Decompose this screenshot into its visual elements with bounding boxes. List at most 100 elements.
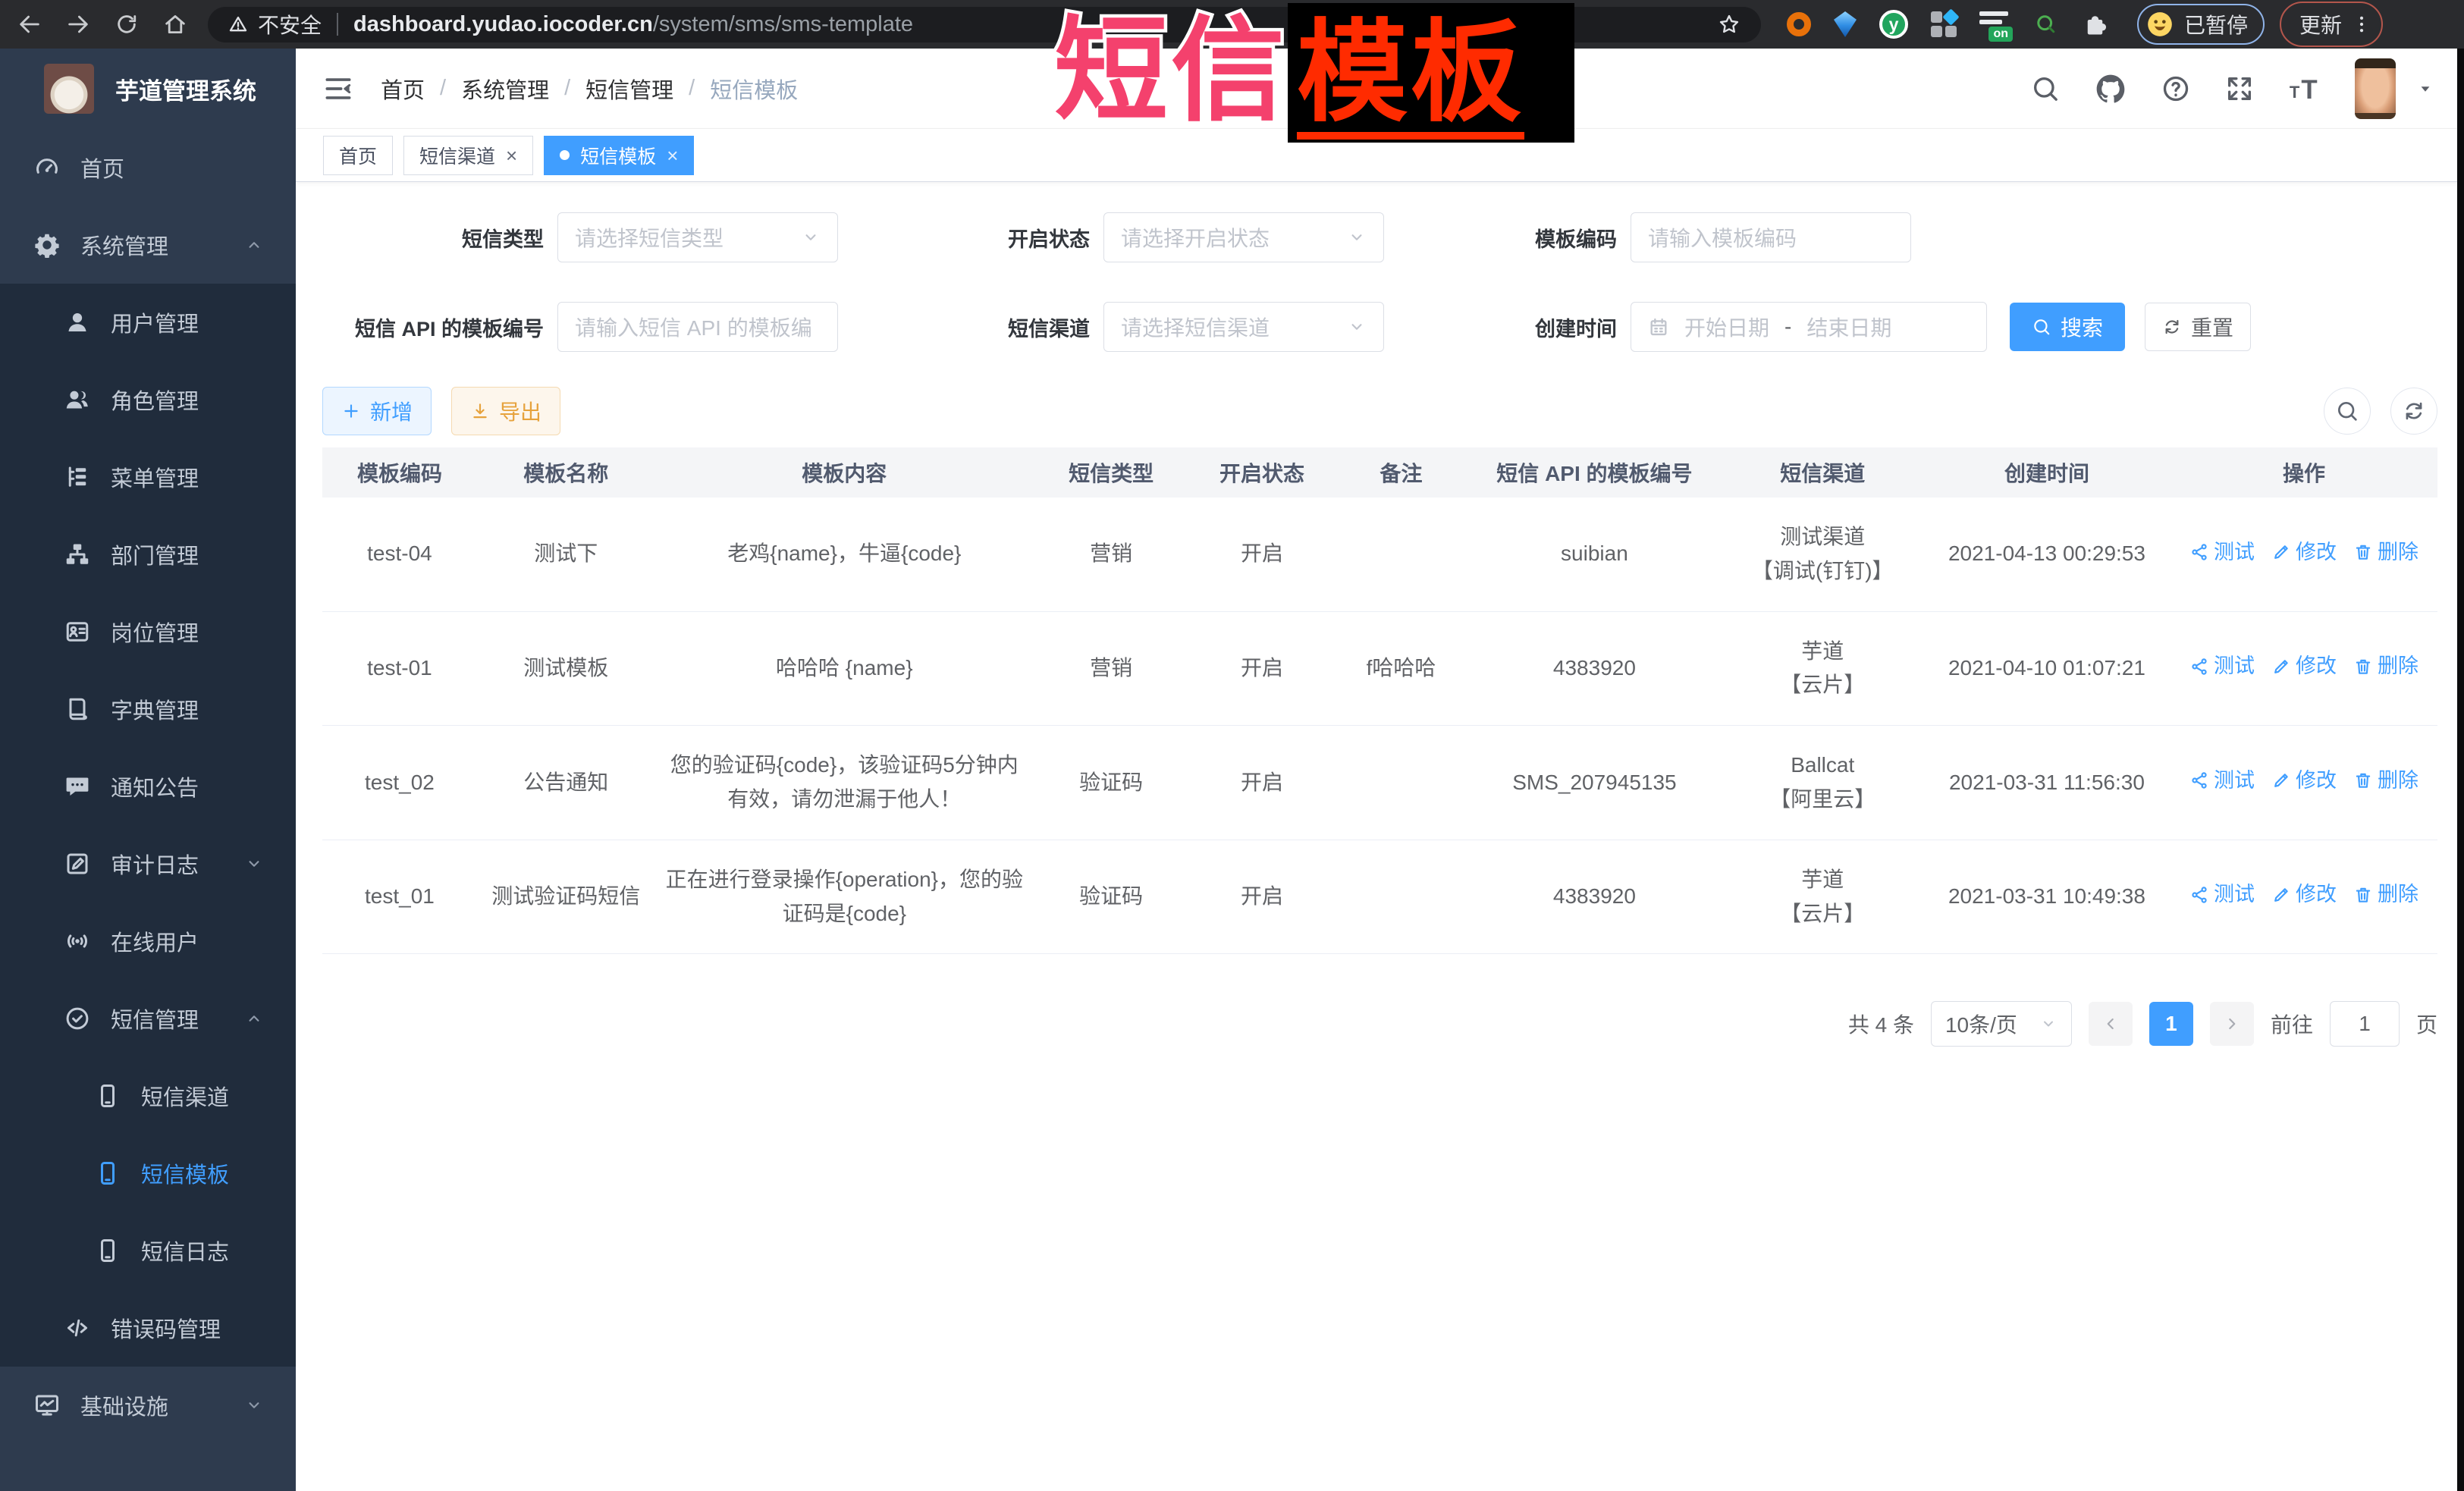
extension-gem-icon[interactable]: [1834, 11, 1857, 37]
date-start-placeholder: 开始日期: [1684, 312, 1769, 342]
sidebar-submenu: 用户管理角色管理菜单管理部门管理岗位管理字典管理通知公告审计日志在线用户短信管理…: [0, 284, 296, 1367]
search-icon[interactable]: [2030, 74, 2061, 104]
test-link[interactable]: 测试: [2189, 878, 2255, 911]
table-cell: 老鸡{name}，牛逼{code}: [654, 498, 1034, 611]
fullscreen-icon[interactable]: [2224, 74, 2255, 104]
edit-link[interactable]: 修改: [2271, 536, 2337, 569]
breadcrumb-item[interactable]: 系统管理: [461, 73, 549, 105]
extension-grid-icon[interactable]: [1931, 11, 1957, 37]
select-sms-type[interactable]: 请选择短信类型: [557, 212, 838, 262]
test-link[interactable]: 测试: [2189, 764, 2255, 797]
hamburger-icon[interactable]: [322, 72, 355, 105]
extension-orange-ring-icon[interactable]: [1787, 12, 1811, 36]
extension-list-icon[interactable]: on: [1979, 10, 2010, 39]
sidebar-item-sms-log[interactable]: 短信日志: [0, 1212, 296, 1289]
select-status[interactable]: 请选择开启状态: [1103, 212, 1384, 262]
action-label: 修改: [2296, 536, 2337, 569]
table-cell: 4383920: [1467, 840, 1722, 954]
user-avatar[interactable]: [2355, 58, 2396, 119]
sidebar-item-dept[interactable]: 部门管理: [0, 516, 296, 593]
next-page-button[interactable]: [2210, 1002, 2254, 1046]
back-icon[interactable]: [17, 11, 42, 37]
delete-link[interactable]: 删除: [2353, 764, 2418, 797]
home-icon[interactable]: [162, 11, 188, 37]
edit-link[interactable]: 修改: [2271, 650, 2337, 683]
avatar-caret-icon[interactable]: [2415, 79, 2435, 99]
goto-page-input[interactable]: [2330, 1001, 2400, 1047]
export-button[interactable]: 导出: [451, 387, 560, 435]
test-link[interactable]: 测试: [2189, 536, 2255, 569]
sidebar-item-label: 菜单管理: [111, 461, 199, 493]
extension-y-icon[interactable]: y: [1879, 10, 1908, 39]
chevron-up-icon: [244, 235, 264, 255]
breadcrumb-item[interactable]: 首页: [381, 73, 425, 105]
dashboard-icon: [33, 154, 61, 181]
test-link[interactable]: 测试: [2189, 650, 2255, 683]
select-sms-channel[interactable]: 请选择短信渠道: [1103, 302, 1384, 352]
help-icon[interactable]: [2161, 74, 2191, 104]
sidebar-item-system[interactable]: 系统管理: [0, 206, 296, 284]
font-size-icon[interactable]: TT: [2288, 72, 2321, 105]
sidebar-item-error-code[interactable]: 错误码管理: [0, 1289, 296, 1367]
sidebar-item-post[interactable]: 岗位管理: [0, 593, 296, 670]
extension-monocle-icon[interactable]: [2032, 11, 2060, 38]
phone-icon: [94, 1082, 121, 1110]
github-icon[interactable]: [2094, 72, 2127, 105]
app-logo-row[interactable]: 芋道管理系统: [0, 49, 296, 129]
breadcrumb-item[interactable]: 短信管理: [585, 73, 673, 105]
delete-link[interactable]: 删除: [2353, 878, 2418, 911]
close-icon[interactable]: ×: [667, 146, 678, 165]
prev-page-button[interactable]: [2089, 1002, 2133, 1046]
add-button-label: 新增: [370, 396, 413, 426]
table-cell: 验证码: [1034, 840, 1188, 954]
date-range-field-create-time[interactable]: 开始日期-结束日期: [1631, 302, 1987, 352]
sidebar-item-audit-log[interactable]: 审计日志: [0, 825, 296, 902]
edit-link[interactable]: 修改: [2271, 878, 2337, 911]
add-button[interactable]: 新增: [322, 387, 432, 435]
menu-tree-icon: [64, 463, 91, 491]
column-header: 模板内容: [654, 447, 1034, 498]
page-number-button[interactable]: 1: [2149, 1002, 2193, 1046]
sidebar-item-dict[interactable]: 字典管理: [0, 670, 296, 748]
sidebar-item-online-users[interactable]: 在线用户: [0, 902, 296, 980]
profile-emoji-icon: [2145, 9, 2175, 39]
input-api-template-id[interactable]: 请输入短信 API 的模板编: [557, 302, 838, 352]
sidebar-item-user[interactable]: 用户管理: [0, 284, 296, 361]
forward-icon[interactable]: [65, 11, 91, 37]
tab-sms-template[interactable]: 短信模板×: [544, 136, 694, 175]
security-indicator[interactable]: 不安全: [228, 9, 322, 39]
extensions-puzzle-icon[interactable]: [2083, 11, 2110, 38]
edit-link[interactable]: 修改: [2271, 764, 2337, 797]
tab-sms-channel[interactable]: 短信渠道×: [403, 136, 533, 175]
sidebar-item-sms[interactable]: 短信管理: [0, 980, 296, 1057]
tab-home[interactable]: 首页: [323, 136, 393, 175]
sidebar-item-sms-channel[interactable]: 短信渠道: [0, 1057, 296, 1135]
sidebar-item-notice[interactable]: 通知公告: [0, 748, 296, 825]
update-chip[interactable]: 更新: [2280, 2, 2383, 47]
phone-icon: [94, 1160, 121, 1187]
page-size-select[interactable]: 10条/页: [1931, 1001, 2072, 1047]
address-bar[interactable]: 不安全 dashboard.yudao.iocoder.cn/system/sm…: [208, 7, 1761, 42]
delete-icon: [2353, 657, 2373, 676]
search-button[interactable]: 搜索: [2010, 303, 2125, 351]
close-icon[interactable]: ×: [506, 146, 517, 165]
action-label: 修改: [2296, 764, 2337, 797]
sidebar-item-sms-template[interactable]: 短信模板: [0, 1135, 296, 1212]
bookmark-star-icon[interactable]: [1717, 12, 1741, 36]
sidebar-nav: 首页系统管理用户管理角色管理菜单管理部门管理岗位管理字典管理通知公告审计日志在线…: [0, 129, 296, 1444]
browser-menu-kebab-icon[interactable]: [2351, 14, 2372, 35]
refresh-button[interactable]: [2390, 388, 2437, 435]
delete-link[interactable]: 删除: [2353, 650, 2418, 683]
sidebar-item-infra[interactable]: 基础设施: [0, 1367, 296, 1444]
reset-button[interactable]: 重置: [2145, 303, 2251, 351]
edit-icon: [2271, 771, 2291, 790]
delete-link[interactable]: 删除: [2353, 536, 2418, 569]
sidebar-item-role[interactable]: 角色管理: [0, 361, 296, 438]
sidebar-item-menu[interactable]: 菜单管理: [0, 438, 296, 516]
profile-paused-chip[interactable]: 已暂停: [2137, 4, 2265, 45]
show-search-button[interactable]: [2324, 388, 2371, 435]
window-scrollbar[interactable]: [2457, 49, 2464, 1491]
reload-icon[interactable]: [114, 11, 140, 37]
sidebar-item-home[interactable]: 首页: [0, 129, 296, 206]
input-template-code[interactable]: 请输入模板编码: [1631, 212, 1911, 262]
